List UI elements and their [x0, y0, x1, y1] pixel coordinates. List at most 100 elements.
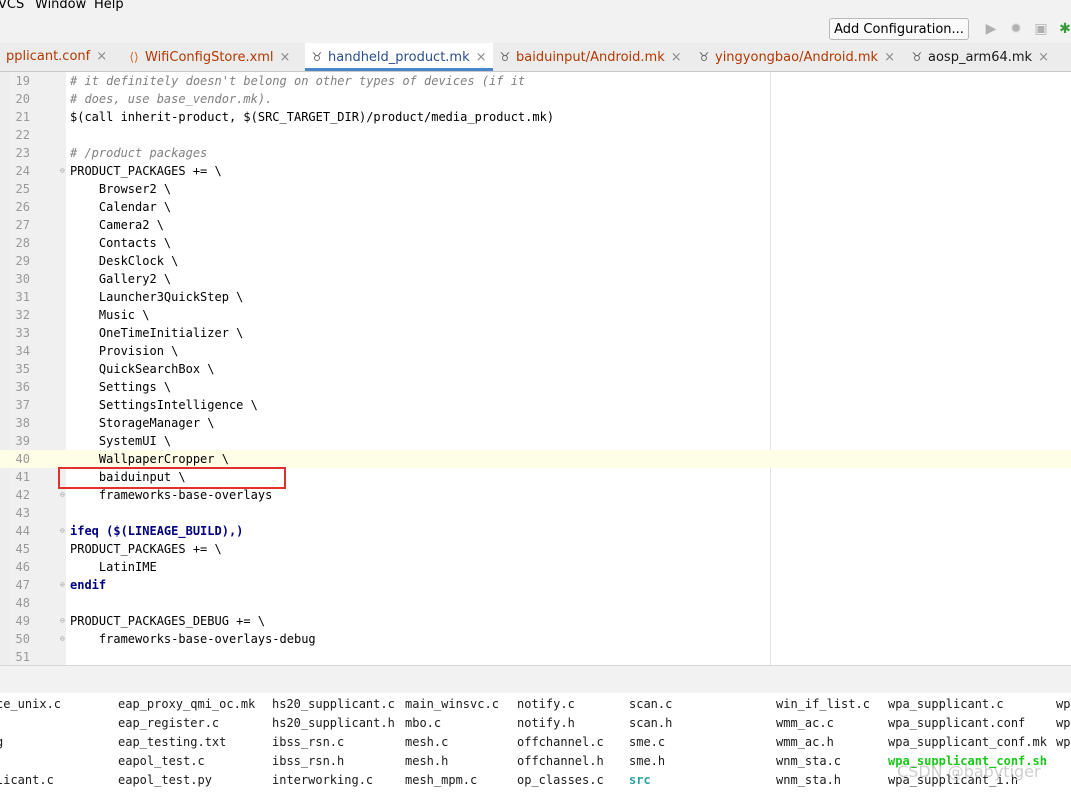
- line-number: 25: [15, 182, 30, 196]
- code-line: 39 SystemUI \: [0, 432, 1071, 450]
- code-line: 48: [0, 594, 1071, 612]
- code-text: OneTimeInitializer \: [70, 326, 244, 340]
- code-editor[interactable]: 19 # it definitely doesn't belong on othe…: [0, 72, 1071, 665]
- code-line: 25 Browser2 \: [0, 180, 1071, 198]
- makefile-icon: ♉: [911, 50, 923, 64]
- code-text: PRODUCT_PACKAGES += \: [70, 164, 222, 178]
- tab-label: aosp_arm64.mk: [928, 50, 1033, 65]
- tab-baiduinput-android-mk[interactable]: ♉ baiduinput/Android.mk ×: [497, 43, 693, 71]
- close-icon[interactable]: ×: [96, 49, 107, 64]
- toolbar: Add Configuration... ▶ ✹ ▣ ✱: [0, 16, 1071, 43]
- line-number: 33: [15, 326, 30, 340]
- file-entry: eapol_test.c: [118, 754, 205, 768]
- tab-label: baiduinput/Android.mk: [516, 50, 665, 65]
- fold-icon[interactable]: ⊖: [60, 166, 68, 175]
- fold-icon[interactable]: ⊖: [60, 634, 68, 643]
- code-line: 29 DeskClock \: [0, 252, 1071, 270]
- menu-window[interactable]: Window: [35, 0, 86, 12]
- line-number: 40: [15, 452, 30, 466]
- line-number: 34: [15, 344, 30, 358]
- line-number: 22: [15, 128, 30, 142]
- code-line: 51: [0, 648, 1071, 665]
- editor-horizontal-scrollbar[interactable]: [0, 665, 1071, 694]
- close-icon[interactable]: ×: [280, 50, 291, 65]
- attach-icon[interactable]: ✱: [1057, 21, 1071, 37]
- makefile-icon: ♉: [311, 50, 323, 64]
- file-entry: ibss_rsn.c: [272, 735, 345, 749]
- file-entry: wmm_ac.c: [776, 716, 834, 730]
- close-icon[interactable]: ×: [476, 50, 487, 65]
- file-entry: wmm_ac.h: [776, 735, 834, 749]
- fold-icon[interactable]: ⊖: [60, 616, 68, 625]
- code-line: 44 ⊖ ifeq ($(LINEAGE_BUILD),): [0, 522, 1071, 540]
- code-line: 50 ⊖ frameworks-base-overlays-debug: [0, 630, 1071, 648]
- code-text: PRODUCT_PACKAGES += \: [70, 542, 222, 556]
- close-icon[interactable]: ×: [884, 50, 895, 65]
- file-entry: wpa_supplicant.c: [888, 697, 1004, 711]
- file-entry: hs20_supplicant.c: [272, 697, 395, 711]
- code-text: $(call inherit-product, $(SRC_TARGET_DIR…: [70, 110, 555, 124]
- file-entry: scan.c: [629, 697, 673, 711]
- file-entry: wpa_supplicant.conf: [888, 716, 1026, 730]
- file-entry: mesh.h: [405, 754, 449, 768]
- directory-entry: src: [629, 773, 651, 787]
- code-line: 43: [0, 504, 1071, 522]
- tab-yingyongbao-android-mk[interactable]: ♉ yingyongbao/Android.mk ×: [696, 43, 904, 71]
- code-line: 23 # /product packages: [0, 144, 1071, 162]
- code-text: WallpaperCropper \: [70, 452, 229, 466]
- code-text: # does, use base_vendor.mk).: [70, 92, 273, 106]
- file-entry: wp: [1056, 716, 1071, 730]
- line-number: 35: [15, 362, 30, 376]
- tab-wificonfigstore-xml[interactable]: ⟨⟩ WifiConfigStore.xml ×: [126, 43, 302, 71]
- run-icon[interactable]: ▶: [983, 21, 999, 37]
- code-text: Calendar \: [70, 200, 172, 214]
- file-entry: wnm_sta.h: [776, 773, 842, 787]
- coverage-icon[interactable]: ▣: [1033, 21, 1049, 37]
- file-entry: mbo.c: [405, 716, 442, 730]
- line-number: 21: [15, 110, 30, 124]
- tab-aosp-arm64-mk[interactable]: ♉ aosp_arm64.mk ×: [909, 43, 1071, 71]
- line-number: 39: [15, 434, 30, 448]
- code-text: QuickSearchBox \: [70, 362, 215, 376]
- file-entry: win_if_list.c: [776, 697, 870, 711]
- code-text: # it definitely doesn't belong on other …: [70, 74, 526, 88]
- close-icon[interactable]: ×: [671, 50, 682, 65]
- file-entry: wpa_supplicant_conf.mk: [888, 735, 1047, 749]
- xml-file-icon: ⟨⟩: [129, 50, 139, 64]
- fold-icon[interactable]: ⊖: [60, 580, 68, 589]
- code-line: 28 Contacts \: [0, 234, 1071, 252]
- tab-handheld-product-mk[interactable]: ♉ handheld_product.mk ×: [305, 43, 493, 71]
- code-text: StorageManager \: [70, 416, 215, 430]
- file-entry: hs20_supplicant.h: [272, 716, 395, 730]
- code-text: SystemUI \: [70, 434, 172, 448]
- line-number: 19: [15, 74, 30, 88]
- file-entry: offchannel.c: [517, 735, 604, 749]
- file-entry: op_classes.c: [517, 773, 604, 787]
- code-line: 36 Settings \: [0, 378, 1071, 396]
- code-text: Gallery2 \: [70, 272, 172, 286]
- code-text: ifeq ($(LINEAGE_BUILD),): [70, 524, 244, 538]
- add-configuration-button[interactable]: Add Configuration...: [829, 18, 969, 40]
- line-number: 20: [15, 92, 30, 106]
- menu-vcs[interactable]: VCS: [0, 0, 24, 12]
- line-number: 30: [15, 272, 30, 286]
- file-entry: ce_unix.c: [0, 697, 62, 711]
- code-line: 26 Calendar \: [0, 198, 1071, 216]
- code-line: 37 SettingsIntelligence \: [0, 396, 1071, 414]
- editor-tabs: pplicant.conf × ⟨⟩ WifiConfigStore.xml × ♉ h…: [0, 43, 1071, 72]
- code-line: 35 QuickSearchBox \: [0, 360, 1071, 378]
- fold-icon[interactable]: ⊖: [60, 490, 68, 499]
- code-line: 47 ⊖ endif: [0, 576, 1071, 594]
- debug-icon[interactable]: ✹: [1008, 21, 1024, 37]
- code-line: 24 ⊖ PRODUCT_PACKAGES += \: [0, 162, 1071, 180]
- tab-supplicant-conf[interactable]: pplicant.conf ×: [0, 43, 122, 71]
- code-line: 22: [0, 126, 1071, 144]
- close-icon[interactable]: ×: [1038, 50, 1049, 65]
- line-number: 51: [15, 650, 30, 664]
- fold-icon[interactable]: ⊖: [60, 526, 68, 535]
- tab-label: handheld_product.mk: [328, 50, 470, 65]
- file-entry: scan.h: [629, 716, 673, 730]
- code-line: 20 # does, use base_vendor.mk).: [0, 90, 1071, 108]
- file-entry: wp: [1056, 735, 1071, 749]
- menu-help[interactable]: Help: [94, 0, 124, 12]
